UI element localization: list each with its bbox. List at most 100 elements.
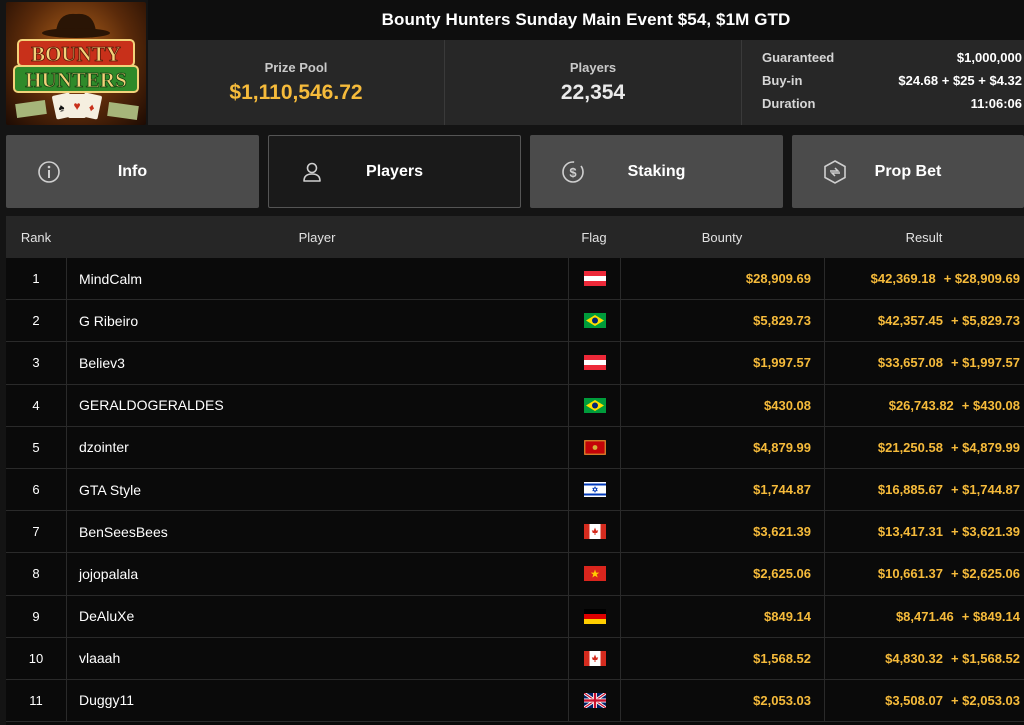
table-body: 1 MindCalm $28,909.69 $42,369.18 + $28,909.6…	[6, 258, 1024, 723]
rank-cell: 2	[32, 313, 40, 329]
prop-bet-icon	[822, 159, 848, 185]
germany-flag-icon	[568, 595, 620, 637]
rank-cell: 3	[32, 355, 40, 371]
bounty-cell: $1,997.57	[620, 342, 824, 384]
player-cell: BenSeesBees	[66, 511, 568, 553]
rank-cell: 9	[32, 608, 40, 624]
result-cell: $26,743.82 + $430.08	[824, 384, 1024, 426]
rank-cell: 7	[32, 524, 40, 540]
rank-cell: 10	[28, 650, 44, 666]
result-cell: $8,471.46 + $849.14	[824, 595, 1024, 637]
header-flag[interactable]: Flag	[568, 216, 620, 258]
table-row[interactable]: 6 GTA Style $1,744.87 $16,885.67 + $1,744.87	[6, 468, 1024, 512]
israel-flag-icon	[568, 468, 620, 511]
svg-text:BOUNTY: BOUNTY	[31, 42, 121, 66]
player-cell: DeAluXe	[66, 595, 568, 637]
brazil-flag-icon	[568, 384, 620, 426]
austria-flag-icon	[568, 258, 620, 300]
result-cell: $10,661.37 + $2,625.06	[824, 553, 1024, 595]
tournament-details: Guaranteed $1,000,000 Buy-in $24.68 + $2…	[742, 40, 1024, 125]
result-value: $42,357.45	[877, 313, 943, 329]
tab-info[interactable]: Info	[6, 135, 259, 208]
guaranteed-value: $1,000,000	[956, 50, 1022, 65]
table-row[interactable]: 5 dzointer $4,879.99 $21,250.58 + $4,879.99	[6, 426, 1024, 469]
rank-cell: 8	[32, 566, 40, 582]
header-bounty[interactable]: Bounty	[620, 216, 824, 258]
rank-cell: 1	[32, 271, 40, 287]
bounty-cell: $3,621.39	[620, 511, 824, 553]
bounty-cell: $1,568.52	[620, 637, 824, 679]
tournament-stats: Prize Pool $1,110,546.72 Players 22,354 …	[148, 40, 1024, 125]
bounty-cell: $2,625.06	[620, 553, 824, 595]
result-bonus: + $28,909.69	[943, 271, 1020, 287]
player-name[interactable]: GTA Style	[79, 482, 141, 498]
result-bonus: + $1,997.57	[950, 355, 1020, 371]
bounty-cell: $5,829.73	[620, 300, 824, 342]
table-row[interactable]: 10 vlaaah $1,568.52 $4,830.32 + $1,568.52	[6, 637, 1024, 680]
bounty-cell: $2,053.03	[620, 679, 824, 722]
result-bonus: + $5,829.73	[950, 313, 1020, 329]
tab-prop-bet[interactable]: Prop Bet	[792, 135, 1024, 208]
result-cell: $33,657.08 + $1,997.57	[824, 342, 1024, 384]
table-row[interactable]: 3 Believ3 $1,997.57 $33,657.08 + $1,997.57	[6, 342, 1024, 385]
player-name[interactable]: Duggy11	[79, 692, 134, 708]
result-value: $26,743.82	[888, 397, 954, 413]
player-name[interactable]: jojopalala	[79, 566, 138, 582]
guaranteed-row: Guaranteed $1,000,000	[762, 50, 1022, 73]
player-name[interactable]: Believ3	[79, 355, 125, 371]
tab-staking[interactable]: $ Staking	[530, 135, 783, 208]
duration-label: Duration	[762, 96, 816, 111]
table-row[interactable]: 1 MindCalm $28,909.69 $42,369.18 + $28,909.6…	[6, 258, 1024, 301]
player-name[interactable]: DeAluXe	[79, 608, 134, 624]
player-cell: G Ribeiro	[66, 300, 568, 342]
rank-cell: 4	[32, 397, 40, 413]
table-row[interactable]: 2 G Ribeiro $5,829.73 $42,357.45 + $5,829.73	[6, 300, 1024, 343]
result-bonus: + $1,744.87	[950, 482, 1020, 498]
tournament-title: Bounty Hunters Sunday Main Event $54, $1…	[381, 10, 791, 29]
result-bonus: + $2,053.03	[950, 692, 1020, 708]
vietnam-flag-icon	[568, 553, 620, 595]
player-cell: dzointer	[66, 426, 568, 468]
duration-row: Duration 11:06:06	[762, 96, 1022, 119]
result-value: $13,417.31	[877, 524, 943, 540]
result-value: $10,661.37	[877, 566, 943, 582]
bounty-cell: $849.14	[620, 595, 824, 637]
player-name[interactable]: BenSeesBees	[79, 524, 168, 540]
player-name[interactable]: MindCalm	[79, 271, 142, 287]
info-icon	[36, 159, 62, 185]
result-cell: $3,508.07 + $2,053.03	[824, 679, 1024, 722]
player-name[interactable]: G Ribeiro	[79, 313, 138, 329]
player-name[interactable]: GERALDOGERALDES	[79, 397, 224, 413]
result-bonus: + $430.08	[961, 397, 1020, 413]
result-value: $16,885.67	[877, 482, 943, 498]
bounty-hunters-logo: BOUNTY HUNTERS ♥ ♠ ♦	[6, 2, 146, 125]
result-value: $8,471.46	[895, 608, 954, 624]
table-row[interactable]: 8 jojopalala $2,625.06 $10,661.37 + $2,625.0…	[6, 553, 1024, 596]
player-name[interactable]: dzointer	[79, 439, 129, 455]
header-player[interactable]: Player	[66, 216, 568, 258]
montenegro-flag-icon	[568, 426, 620, 468]
prize-pool-label: Prize Pool	[264, 60, 328, 75]
bounty-cell: $1,744.87	[620, 468, 824, 511]
table-row[interactable]: 7 BenSeesBees $3,621.39 $13,417.31 + $3,621.…	[6, 511, 1024, 554]
uk-flag-icon	[568, 679, 620, 722]
table-row[interactable]: 9 DeAluXe $849.14 $8,471.46 + $849.14	[6, 595, 1024, 638]
canada-flag-icon	[568, 511, 620, 553]
result-bonus: + $4,879.99	[950, 439, 1020, 455]
table-row[interactable]: 11 Duggy11 $2,053.03 $3,508.07 + $2,053.03	[6, 679, 1024, 723]
player-cell: jojopalala	[66, 553, 568, 595]
tab-bar: Info Players $ Staking Prop Bet	[6, 135, 1024, 208]
buyin-row: Buy-in $24.68 + $25 + $4.32	[762, 73, 1022, 96]
tab-players[interactable]: Players	[268, 135, 521, 208]
header-rank[interactable]: Rank	[6, 230, 66, 245]
player-name[interactable]: vlaaah	[79, 650, 120, 666]
brazil-flag-icon	[568, 300, 620, 342]
rank-cell: 11	[29, 692, 43, 708]
result-bonus: + $1,568.52	[950, 650, 1020, 666]
player-cell: Believ3	[66, 342, 568, 384]
bounty-cell: $28,909.69	[620, 258, 824, 300]
table-row[interactable]: 4 GERALDOGERALDES $430.08 $26,743.82 + $430.…	[6, 384, 1024, 427]
header-result[interactable]: Result	[824, 216, 1024, 258]
result-bonus: + $2,625.06	[950, 566, 1020, 582]
svg-text:♥: ♥	[73, 99, 80, 113]
